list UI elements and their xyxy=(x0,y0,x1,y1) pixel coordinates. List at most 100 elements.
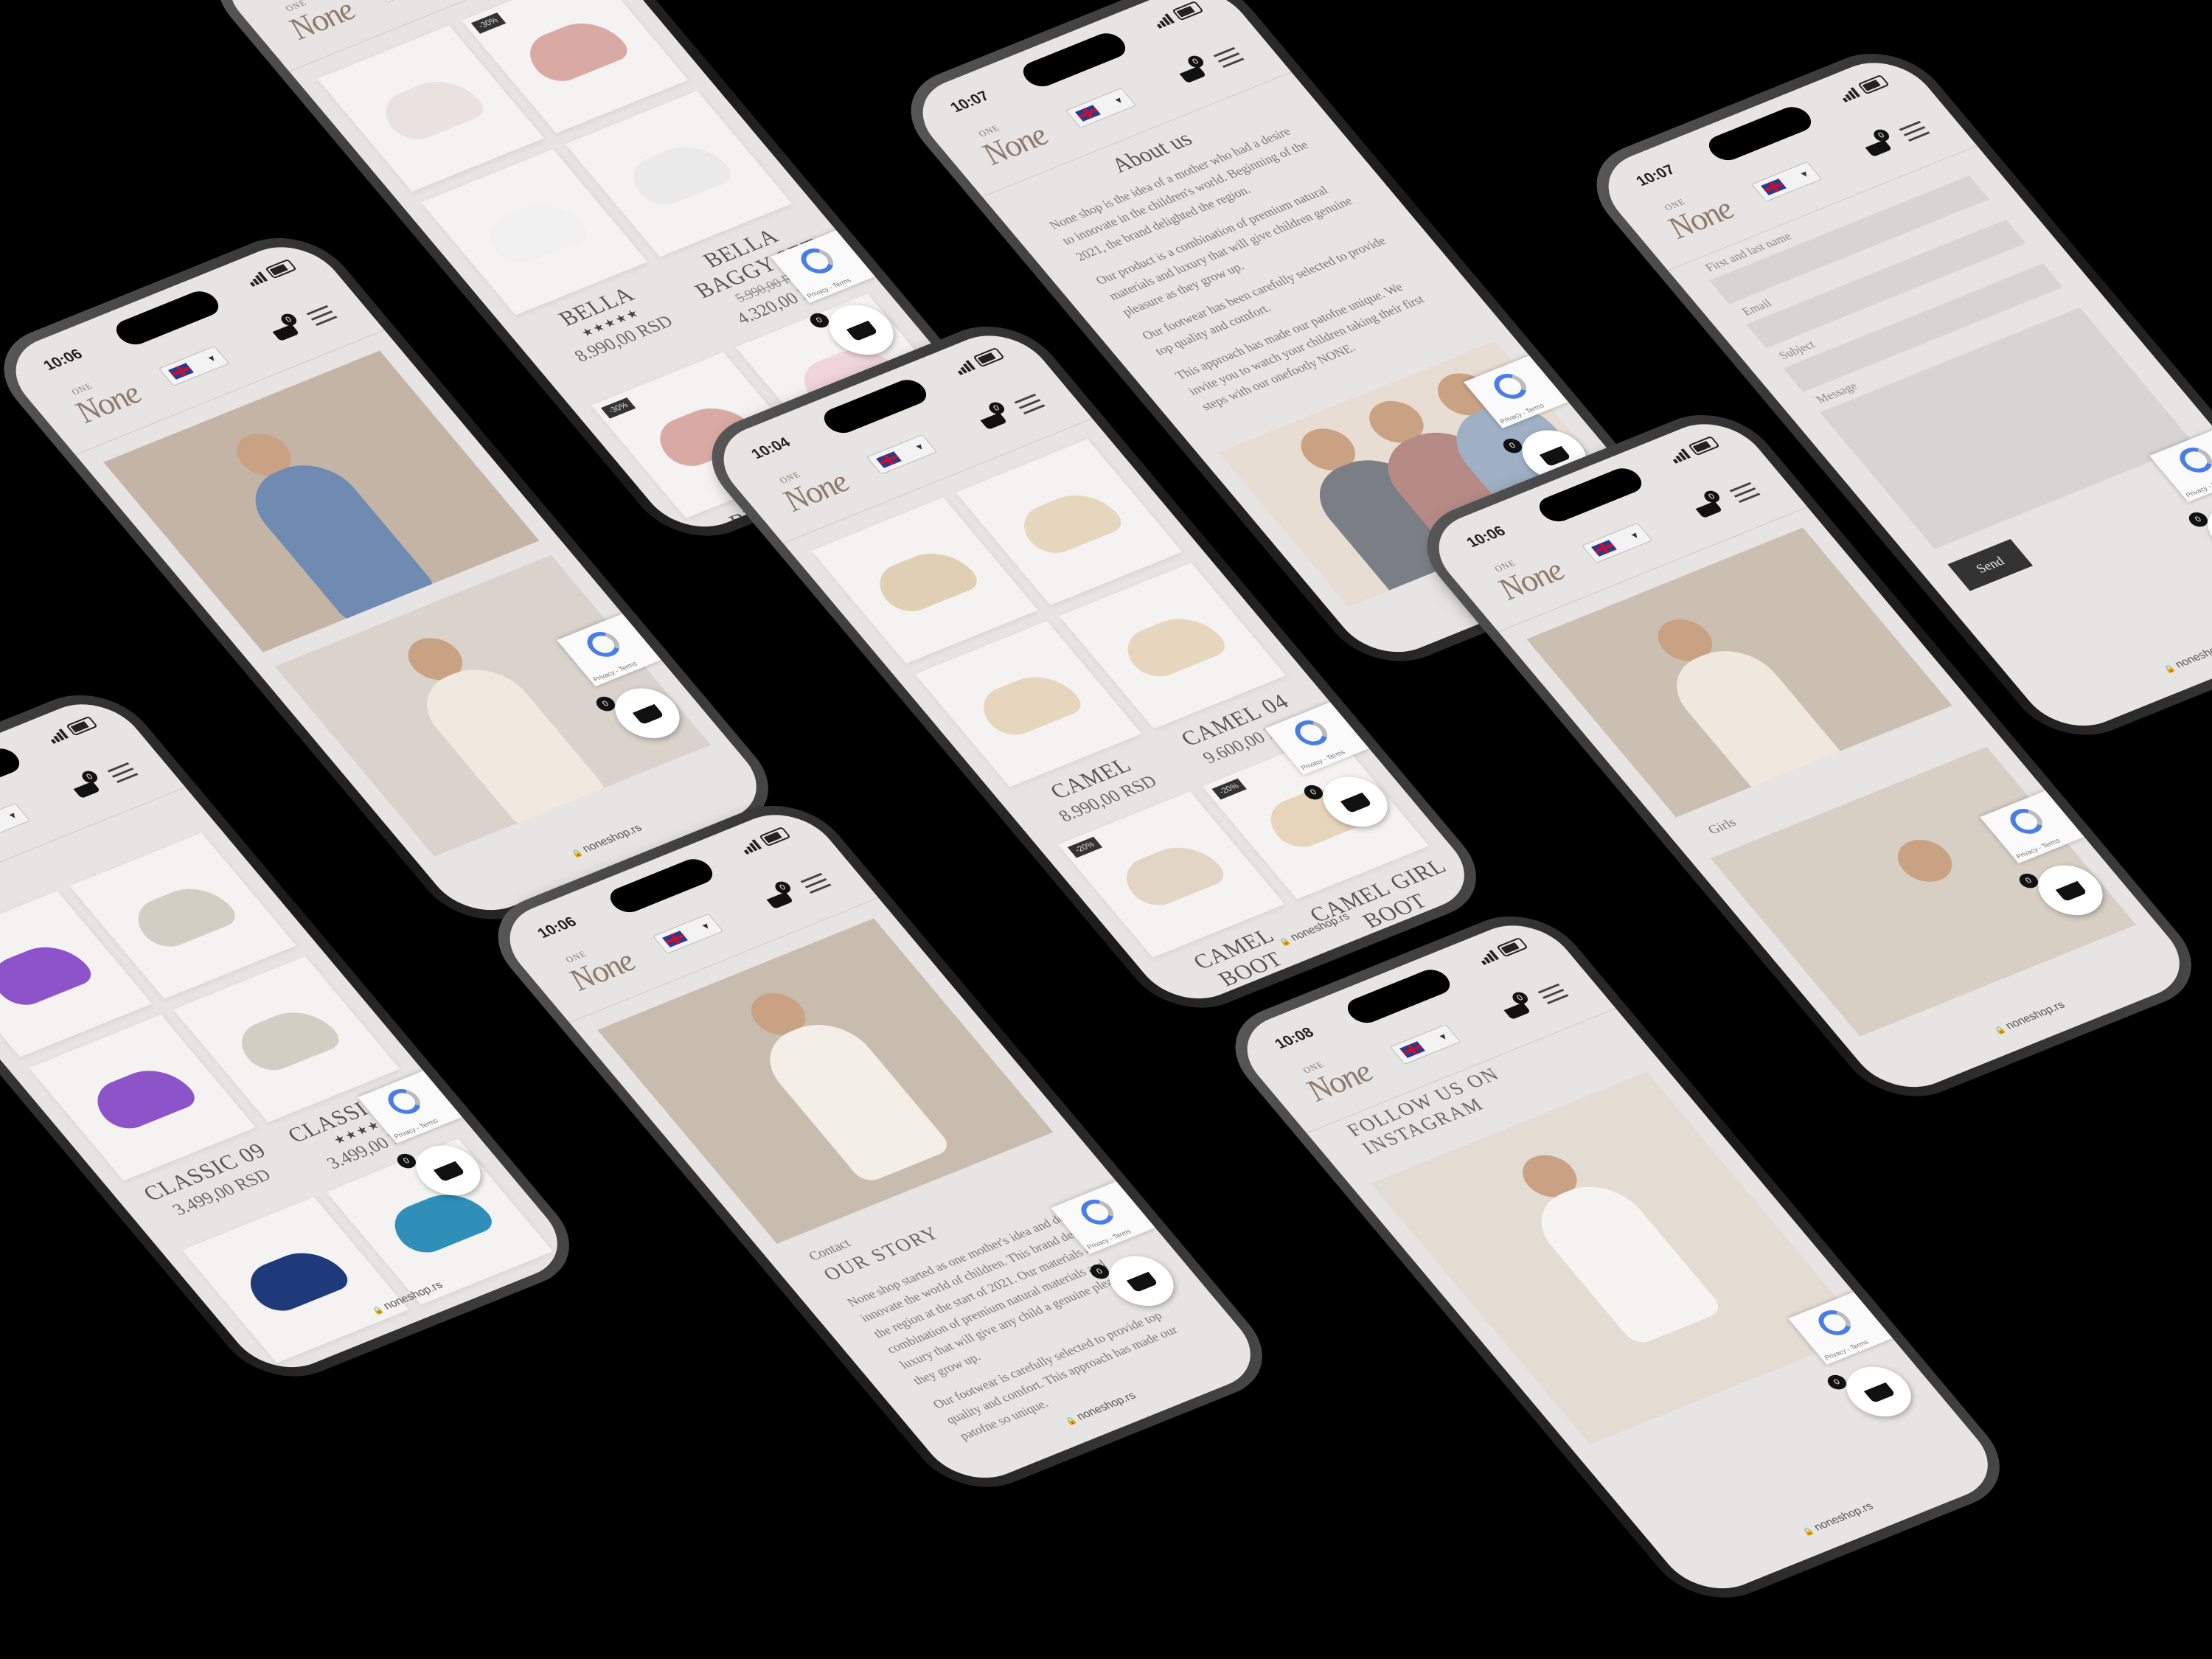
brand-logo[interactable]: ONE None xyxy=(1658,192,1742,246)
basket-icon xyxy=(1126,1271,1158,1293)
battery-icon xyxy=(973,347,1005,368)
brand-logo[interactable]: ONE None xyxy=(66,376,149,430)
uk-flag-icon xyxy=(876,451,902,468)
cart-button[interactable]: 0 xyxy=(760,880,799,912)
brand-logo[interactable]: ONE None xyxy=(560,944,643,998)
mockup-canvas: 10:13ONENone▾0-30%BELLA★★★★★8.990,00 RSD… xyxy=(0,0,2212,1659)
status-time: 10:04 xyxy=(748,434,794,462)
chevron-down-icon: ▾ xyxy=(7,810,20,822)
child-head xyxy=(1887,832,1963,889)
hamburger-menu-icon[interactable] xyxy=(1537,983,1570,1005)
recaptcha-icon xyxy=(1288,716,1334,750)
basket-icon xyxy=(73,781,101,799)
battery-icon xyxy=(1496,937,1528,958)
recaptcha-icon xyxy=(1074,1195,1120,1229)
child-body xyxy=(406,656,611,830)
brand-logo[interactable]: ONE None xyxy=(773,465,857,518)
hamburger-menu-icon[interactable] xyxy=(1014,393,1046,415)
cart-button[interactable]: 0 xyxy=(1173,54,1211,86)
product-photo xyxy=(476,195,593,270)
status-time: 10:06 xyxy=(534,914,580,942)
chevron-down-icon: ▾ xyxy=(1629,530,1642,542)
cart-button[interactable]: 0 xyxy=(974,400,1012,433)
cart-button[interactable]: 0 xyxy=(67,769,105,801)
cart-count: 0 xyxy=(986,400,1008,417)
cart-count: 0 xyxy=(772,880,794,896)
cart-count: 0 xyxy=(1701,489,1723,505)
page-content: FOLLOW US ON INSTAGRAM xyxy=(1307,1008,2009,1602)
language-select[interactable]: ▾ xyxy=(866,434,938,475)
cart-count: 0 xyxy=(79,769,101,785)
product-photo xyxy=(1010,484,1128,560)
signal-icon xyxy=(46,728,69,744)
recaptcha-icon xyxy=(1812,1306,1857,1340)
recaptcha-icon xyxy=(381,1085,427,1119)
brand-logo[interactable]: ONE None xyxy=(279,0,363,46)
product-photo xyxy=(372,71,490,146)
cart-count: 0 xyxy=(1509,990,1531,1006)
chevron-down-icon: ▾ xyxy=(700,921,713,933)
language-select[interactable]: ▾ xyxy=(652,913,724,954)
language-select[interactable]: ▾ xyxy=(1065,87,1137,128)
basket-icon xyxy=(632,703,664,725)
status-icons xyxy=(244,259,297,287)
signal-icon xyxy=(1668,448,1691,464)
basket-icon xyxy=(980,412,1008,431)
hamburger-menu-icon[interactable] xyxy=(107,762,139,784)
language-select[interactable]: ▾ xyxy=(1389,1023,1461,1065)
brand-logo[interactable]: ONE None xyxy=(1489,553,1572,607)
product-photo xyxy=(0,936,97,1012)
recaptcha-icon xyxy=(2173,443,2212,477)
status-icons xyxy=(1667,436,1720,464)
basket-icon xyxy=(1503,1002,1531,1020)
language-select[interactable]: ▾ xyxy=(1750,161,1823,202)
status-time: 10:07 xyxy=(1632,161,1679,189)
product-photo xyxy=(970,667,1087,742)
cart-button[interactable]: 0 xyxy=(1689,489,1728,521)
chevron-down-icon: ▾ xyxy=(914,442,927,453)
send-button[interactable]: Send xyxy=(1947,538,2034,591)
status-time: 10:07 xyxy=(947,88,993,116)
basket-icon xyxy=(1695,501,1723,519)
language-select[interactable]: ▾ xyxy=(0,802,31,844)
cart-button[interactable]: 0 xyxy=(266,312,305,344)
hamburger-menu-icon[interactable] xyxy=(800,872,832,894)
basket-icon xyxy=(1865,139,1893,158)
battery-icon xyxy=(759,827,791,847)
child-body xyxy=(750,1012,954,1185)
language-select[interactable]: ▾ xyxy=(372,0,444,3)
rating-stars: ★★★★★ xyxy=(484,1296,549,1329)
battery-icon xyxy=(1688,436,1720,456)
recaptcha-icon xyxy=(580,627,626,661)
status-time: 10:06 xyxy=(40,346,86,374)
brand-logo[interactable]: ONE None xyxy=(1297,1054,1380,1108)
status-icons xyxy=(1475,937,1528,965)
language-select[interactable]: ▾ xyxy=(158,345,230,386)
chevron-down-icon: ▾ xyxy=(1437,1032,1450,1043)
hamburger-menu-icon[interactable] xyxy=(306,305,338,327)
uk-flag-icon xyxy=(1075,105,1101,122)
battery-icon xyxy=(1857,74,1890,95)
cart-button[interactable]: 0 xyxy=(1859,128,1897,160)
cart-button[interactable]: 0 xyxy=(1498,990,1536,1023)
signal-icon xyxy=(1837,87,1861,102)
hamburger-menu-icon[interactable] xyxy=(1213,46,1245,69)
product-photo xyxy=(237,1242,354,1318)
product-photo xyxy=(516,13,634,88)
battery-icon xyxy=(1172,1,1204,21)
status-icons xyxy=(1837,74,1890,102)
basket-icon xyxy=(1340,792,1372,813)
sale-badge: -20% xyxy=(1067,836,1102,858)
uk-flag-icon xyxy=(168,363,194,380)
basket-icon xyxy=(846,320,878,341)
product-photo xyxy=(620,136,737,212)
hamburger-menu-icon[interactable] xyxy=(1899,120,1931,142)
language-select[interactable]: ▾ xyxy=(1581,522,1653,563)
product-photo xyxy=(866,543,984,618)
hamburger-menu-icon[interactable] xyxy=(1729,481,1761,504)
recaptcha-icon xyxy=(2003,804,2049,838)
basket-icon xyxy=(272,324,300,342)
brand-logo[interactable]: ONE None xyxy=(973,118,1056,172)
status-time: 10:06 xyxy=(1463,523,1509,551)
sale-badge: -30% xyxy=(600,397,636,419)
